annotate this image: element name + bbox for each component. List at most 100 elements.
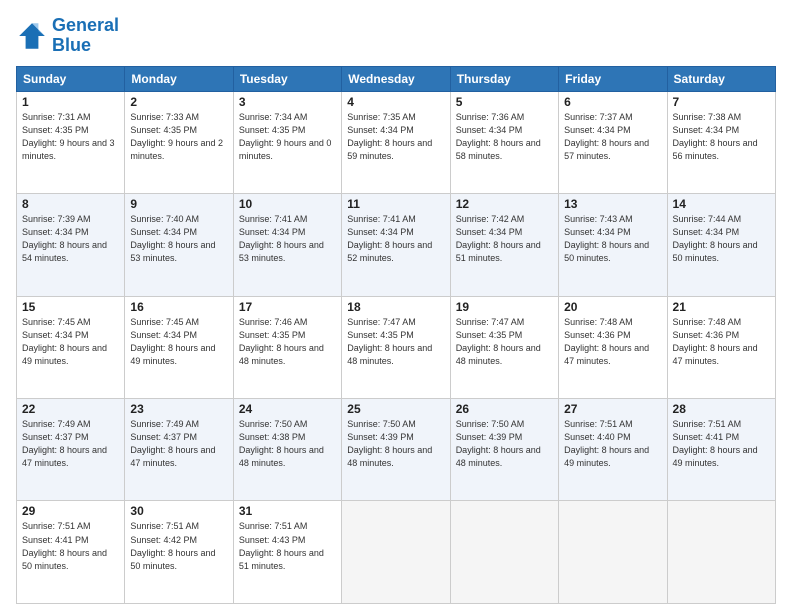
- day-number: 11: [347, 197, 444, 211]
- day-cell-20: 20 Sunrise: 7:48 AM Sunset: 4:36 PM Dayl…: [559, 296, 667, 398]
- day-cell-1: 1 Sunrise: 7:31 AM Sunset: 4:35 PM Dayli…: [17, 91, 125, 193]
- day-cell-5: 5 Sunrise: 7:36 AM Sunset: 4:34 PM Dayli…: [450, 91, 558, 193]
- page-container: General Blue SundayMondayTuesdayWednesda…: [0, 0, 792, 612]
- day-info: Sunrise: 7:39 AM Sunset: 4:34 PM Dayligh…: [22, 213, 119, 265]
- day-cell-2: 2 Sunrise: 7:33 AM Sunset: 4:35 PM Dayli…: [125, 91, 233, 193]
- day-info: Sunrise: 7:41 AM Sunset: 4:34 PM Dayligh…: [347, 213, 444, 265]
- day-number: 4: [347, 95, 444, 109]
- day-number: 17: [239, 300, 336, 314]
- day-number: 21: [673, 300, 770, 314]
- day-info: Sunrise: 7:48 AM Sunset: 4:36 PM Dayligh…: [673, 316, 770, 368]
- weekday-header-tuesday: Tuesday: [233, 66, 341, 91]
- day-info: Sunrise: 7:50 AM Sunset: 4:39 PM Dayligh…: [347, 418, 444, 470]
- calendar-week-3: 15 Sunrise: 7:45 AM Sunset: 4:34 PM Dayl…: [17, 296, 776, 398]
- day-cell-15: 15 Sunrise: 7:45 AM Sunset: 4:34 PM Dayl…: [17, 296, 125, 398]
- day-number: 22: [22, 402, 119, 416]
- day-cell-28: 28 Sunrise: 7:51 AM Sunset: 4:41 PM Dayl…: [667, 399, 775, 501]
- day-cell-16: 16 Sunrise: 7:45 AM Sunset: 4:34 PM Dayl…: [125, 296, 233, 398]
- day-number: 19: [456, 300, 553, 314]
- day-info: Sunrise: 7:49 AM Sunset: 4:37 PM Dayligh…: [130, 418, 227, 470]
- day-info: Sunrise: 7:31 AM Sunset: 4:35 PM Dayligh…: [22, 111, 119, 163]
- day-number: 10: [239, 197, 336, 211]
- day-cell-17: 17 Sunrise: 7:46 AM Sunset: 4:35 PM Dayl…: [233, 296, 341, 398]
- empty-cell: [342, 501, 450, 604]
- day-info: Sunrise: 7:42 AM Sunset: 4:34 PM Dayligh…: [456, 213, 553, 265]
- logo-icon: [16, 20, 48, 52]
- day-cell-8: 8 Sunrise: 7:39 AM Sunset: 4:34 PM Dayli…: [17, 194, 125, 296]
- day-info: Sunrise: 7:45 AM Sunset: 4:34 PM Dayligh…: [22, 316, 119, 368]
- day-info: Sunrise: 7:47 AM Sunset: 4:35 PM Dayligh…: [456, 316, 553, 368]
- calendar-table: SundayMondayTuesdayWednesdayThursdayFrid…: [16, 66, 776, 604]
- day-info: Sunrise: 7:51 AM Sunset: 4:41 PM Dayligh…: [673, 418, 770, 470]
- day-cell-10: 10 Sunrise: 7:41 AM Sunset: 4:34 PM Dayl…: [233, 194, 341, 296]
- empty-cell: [667, 501, 775, 604]
- day-cell-18: 18 Sunrise: 7:47 AM Sunset: 4:35 PM Dayl…: [342, 296, 450, 398]
- day-cell-3: 3 Sunrise: 7:34 AM Sunset: 4:35 PM Dayli…: [233, 91, 341, 193]
- day-number: 1: [22, 95, 119, 109]
- day-cell-7: 7 Sunrise: 7:38 AM Sunset: 4:34 PM Dayli…: [667, 91, 775, 193]
- day-number: 28: [673, 402, 770, 416]
- day-info: Sunrise: 7:40 AM Sunset: 4:34 PM Dayligh…: [130, 213, 227, 265]
- weekday-header-friday: Friday: [559, 66, 667, 91]
- day-info: Sunrise: 7:47 AM Sunset: 4:35 PM Dayligh…: [347, 316, 444, 368]
- day-number: 16: [130, 300, 227, 314]
- day-info: Sunrise: 7:48 AM Sunset: 4:36 PM Dayligh…: [564, 316, 661, 368]
- page-header: General Blue: [16, 16, 776, 56]
- day-cell-6: 6 Sunrise: 7:37 AM Sunset: 4:34 PM Dayli…: [559, 91, 667, 193]
- day-number: 8: [22, 197, 119, 211]
- day-cell-11: 11 Sunrise: 7:41 AM Sunset: 4:34 PM Dayl…: [342, 194, 450, 296]
- day-cell-31: 31 Sunrise: 7:51 AM Sunset: 4:43 PM Dayl…: [233, 501, 341, 604]
- day-info: Sunrise: 7:34 AM Sunset: 4:35 PM Dayligh…: [239, 111, 336, 163]
- weekday-header-monday: Monday: [125, 66, 233, 91]
- day-cell-27: 27 Sunrise: 7:51 AM Sunset: 4:40 PM Dayl…: [559, 399, 667, 501]
- logo-text: General Blue: [52, 16, 119, 56]
- day-cell-26: 26 Sunrise: 7:50 AM Sunset: 4:39 PM Dayl…: [450, 399, 558, 501]
- day-cell-30: 30 Sunrise: 7:51 AM Sunset: 4:42 PM Dayl…: [125, 501, 233, 604]
- empty-cell: [450, 501, 558, 604]
- day-number: 25: [347, 402, 444, 416]
- calendar-week-5: 29 Sunrise: 7:51 AM Sunset: 4:41 PM Dayl…: [17, 501, 776, 604]
- day-number: 30: [130, 504, 227, 518]
- day-cell-24: 24 Sunrise: 7:50 AM Sunset: 4:38 PM Dayl…: [233, 399, 341, 501]
- day-info: Sunrise: 7:46 AM Sunset: 4:35 PM Dayligh…: [239, 316, 336, 368]
- day-number: 3: [239, 95, 336, 109]
- day-number: 24: [239, 402, 336, 416]
- day-info: Sunrise: 7:50 AM Sunset: 4:39 PM Dayligh…: [456, 418, 553, 470]
- day-number: 13: [564, 197, 661, 211]
- day-info: Sunrise: 7:49 AM Sunset: 4:37 PM Dayligh…: [22, 418, 119, 470]
- day-number: 2: [130, 95, 227, 109]
- day-info: Sunrise: 7:50 AM Sunset: 4:38 PM Dayligh…: [239, 418, 336, 470]
- day-cell-9: 9 Sunrise: 7:40 AM Sunset: 4:34 PM Dayli…: [125, 194, 233, 296]
- calendar-week-2: 8 Sunrise: 7:39 AM Sunset: 4:34 PM Dayli…: [17, 194, 776, 296]
- day-info: Sunrise: 7:38 AM Sunset: 4:34 PM Dayligh…: [673, 111, 770, 163]
- logo: General Blue: [16, 16, 119, 56]
- day-info: Sunrise: 7:51 AM Sunset: 4:40 PM Dayligh…: [564, 418, 661, 470]
- day-number: 18: [347, 300, 444, 314]
- day-cell-13: 13 Sunrise: 7:43 AM Sunset: 4:34 PM Dayl…: [559, 194, 667, 296]
- day-cell-21: 21 Sunrise: 7:48 AM Sunset: 4:36 PM Dayl…: [667, 296, 775, 398]
- day-number: 5: [456, 95, 553, 109]
- day-info: Sunrise: 7:36 AM Sunset: 4:34 PM Dayligh…: [456, 111, 553, 163]
- day-cell-4: 4 Sunrise: 7:35 AM Sunset: 4:34 PM Dayli…: [342, 91, 450, 193]
- weekday-header-wednesday: Wednesday: [342, 66, 450, 91]
- day-info: Sunrise: 7:41 AM Sunset: 4:34 PM Dayligh…: [239, 213, 336, 265]
- empty-cell: [559, 501, 667, 604]
- day-info: Sunrise: 7:35 AM Sunset: 4:34 PM Dayligh…: [347, 111, 444, 163]
- day-cell-14: 14 Sunrise: 7:44 AM Sunset: 4:34 PM Dayl…: [667, 194, 775, 296]
- day-number: 15: [22, 300, 119, 314]
- day-cell-22: 22 Sunrise: 7:49 AM Sunset: 4:37 PM Dayl…: [17, 399, 125, 501]
- day-number: 20: [564, 300, 661, 314]
- day-number: 12: [456, 197, 553, 211]
- calendar-week-1: 1 Sunrise: 7:31 AM Sunset: 4:35 PM Dayli…: [17, 91, 776, 193]
- day-info: Sunrise: 7:45 AM Sunset: 4:34 PM Dayligh…: [130, 316, 227, 368]
- day-info: Sunrise: 7:51 AM Sunset: 4:42 PM Dayligh…: [130, 520, 227, 572]
- day-cell-19: 19 Sunrise: 7:47 AM Sunset: 4:35 PM Dayl…: [450, 296, 558, 398]
- day-cell-23: 23 Sunrise: 7:49 AM Sunset: 4:37 PM Dayl…: [125, 399, 233, 501]
- day-cell-12: 12 Sunrise: 7:42 AM Sunset: 4:34 PM Dayl…: [450, 194, 558, 296]
- calendar-week-4: 22 Sunrise: 7:49 AM Sunset: 4:37 PM Dayl…: [17, 399, 776, 501]
- day-number: 26: [456, 402, 553, 416]
- day-number: 7: [673, 95, 770, 109]
- day-info: Sunrise: 7:51 AM Sunset: 4:43 PM Dayligh…: [239, 520, 336, 572]
- day-number: 14: [673, 197, 770, 211]
- day-info: Sunrise: 7:33 AM Sunset: 4:35 PM Dayligh…: [130, 111, 227, 163]
